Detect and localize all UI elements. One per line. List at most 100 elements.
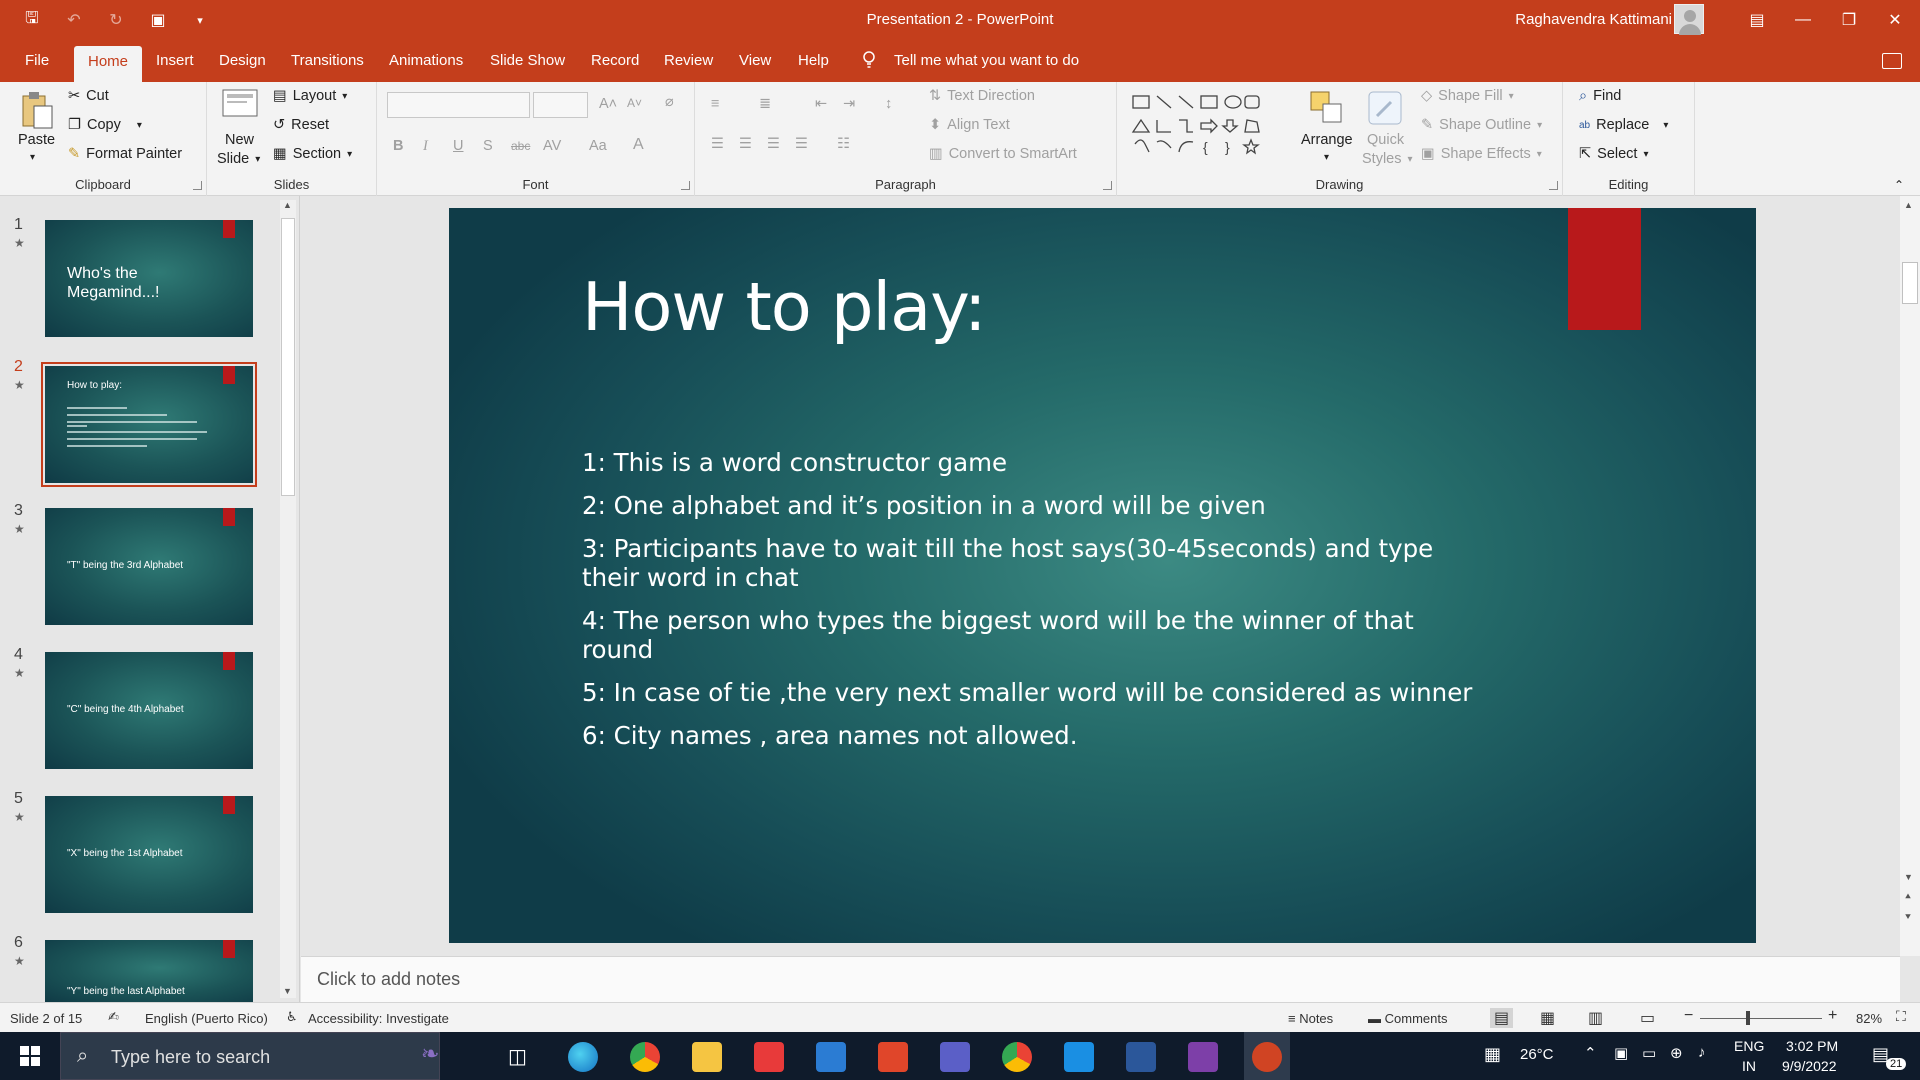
increase-indent-icon[interactable]: ⇥ <box>843 96 855 112</box>
align-center-icon[interactable]: ☰ <box>739 136 752 152</box>
decrease-indent-icon[interactable]: ⇤ <box>815 96 827 112</box>
tab-insert[interactable]: Insert <box>156 52 194 69</box>
scroll-up-icon[interactable]: ▲ <box>1904 200 1913 210</box>
numbering-icon[interactable]: ≣ <box>759 96 771 112</box>
shape-outline-button[interactable]: ✎ Shape Outline ▾ <box>1421 117 1542 133</box>
cut-button[interactable]: ✂ Cut <box>68 88 109 104</box>
justify-icon[interactable]: ☰ <box>795 136 808 152</box>
previous-slide-icon[interactable]: ⯅ <box>1904 892 1912 903</box>
convert-smartart-button[interactable]: ▥ Convert to SmartArt <box>929 146 1077 162</box>
task-view-icon[interactable]: ◫ <box>508 1044 527 1069</box>
collapse-ribbon-icon[interactable]: ⌃ <box>1894 178 1904 192</box>
battery-icon[interactable]: ▭ <box>1642 1044 1656 1062</box>
text-direction-button[interactable]: ⇅ Text Direction <box>929 88 1035 104</box>
clear-formatting-icon[interactable]: ⌀ <box>665 94 674 110</box>
comments-icon[interactable] <box>1882 53 1902 69</box>
slide-sorter-icon[interactable]: ▦ <box>1540 1008 1555 1028</box>
thumbnail-slide-3[interactable]: "T" being the 3rd Alphabet <box>45 508 253 625</box>
zoom-in-icon[interactable]: + <box>1828 1007 1837 1025</box>
input-language-2[interactable]: IN <box>1742 1058 1756 1074</box>
zoom-level[interactable]: 82% <box>1856 1011 1882 1026</box>
font-color-icon[interactable]: A <box>633 136 644 154</box>
shadow-icon[interactable]: S <box>483 138 493 154</box>
language[interactable]: English (Puerto Rico) <box>145 1011 268 1026</box>
underline-icon[interactable]: U <box>453 138 463 154</box>
align-text-button[interactable]: ⬍ Align Text <box>929 117 1010 133</box>
align-left-icon[interactable]: ☰ <box>711 136 724 152</box>
character-spacing-icon[interactable]: AV <box>543 138 561 154</box>
avatar[interactable] <box>1674 4 1704 35</box>
ribbon-display-options-icon[interactable]: ▤ <box>1734 0 1780 40</box>
quick-styles-label-1[interactable]: Quick <box>1367 132 1404 148</box>
tab-file[interactable]: File <box>25 52 49 69</box>
tab-transitions[interactable]: Transitions <box>291 52 364 69</box>
drawing-launcher-icon[interactable] <box>1549 181 1558 190</box>
temperature[interactable]: 26°C <box>1520 1046 1554 1063</box>
clock-time[interactable]: 3:02 PM <box>1786 1038 1838 1054</box>
scroll-down-icon[interactable]: ▼ <box>1904 872 1913 882</box>
volume-icon[interactable]: ♪ <box>1698 1044 1706 1061</box>
tab-record[interactable]: Record <box>591 52 639 69</box>
copy-button[interactable]: ❐ Copy ▾ <box>68 117 142 133</box>
paste-dropdown-icon[interactable]: ▾ <box>30 152 35 163</box>
tab-design[interactable]: Design <box>219 52 266 69</box>
select-button[interactable]: ⇱ Select ▾ <box>1579 146 1649 162</box>
thumbnail-slide-1[interactable]: Who's the Megamind...! <box>45 220 253 337</box>
strikethrough-icon[interactable]: abc <box>511 139 530 153</box>
restore-icon[interactable]: ❐ <box>1826 0 1872 40</box>
thumbnail-slide-6[interactable]: "Y" being the last Alphabet <box>45 940 253 1002</box>
scroll-up-icon[interactable]: ▲ <box>283 200 292 210</box>
new-slide-icon[interactable] <box>221 88 259 124</box>
quick-styles-button[interactable]: Styles ▾ <box>1362 151 1413 167</box>
replace-button[interactable]: ab Replace ▾ <box>1579 117 1668 133</box>
change-case-icon[interactable]: Aa <box>589 138 607 154</box>
normal-view-icon[interactable]: ▤ <box>1490 1008 1514 1028</box>
taskbar-search-box[interactable]: ⌕ Type here to search ❧ <box>60 1032 440 1080</box>
slide-scrollbar[interactable] <box>1900 196 1920 956</box>
paragraph-launcher-icon[interactable] <box>1103 181 1112 190</box>
arrange-button[interactable]: Arrange <box>1301 132 1353 148</box>
show-hidden-icons-icon[interactable]: ⌃ <box>1584 1044 1597 1062</box>
slide-count[interactable]: Slide 2 of 15 <box>10 1011 82 1026</box>
clock-date[interactable]: 9/9/2022 <box>1782 1058 1837 1074</box>
reset-button[interactable]: ↺ Reset <box>273 117 329 133</box>
mail-icon[interactable] <box>816 1042 846 1072</box>
shapes-gallery[interactable]: {} <box>1131 92 1261 156</box>
zoom-slider[interactable] <box>1700 1018 1822 1019</box>
file-explorer-icon[interactable] <box>692 1042 722 1072</box>
chrome-profile-icon[interactable] <box>1002 1042 1032 1072</box>
decrease-font-size-icon[interactable]: A˅ <box>627 96 642 110</box>
slide-content[interactable]: 1: This is a word constructor game 2: On… <box>582 448 1482 764</box>
tab-help[interactable]: Help <box>798 52 829 69</box>
align-right-icon[interactable]: ☰ <box>767 136 780 152</box>
close-icon[interactable]: ✕ <box>1872 0 1918 40</box>
input-language-1[interactable]: ENG <box>1734 1038 1764 1054</box>
slide-title[interactable]: How to play: <box>582 268 987 346</box>
onenote-icon[interactable] <box>1188 1042 1218 1072</box>
new-slide-button[interactable]: Slide ▾ <box>217 151 260 167</box>
arrange-dropdown-icon[interactable]: ▾ <box>1324 152 1329 163</box>
gift-app-icon[interactable] <box>754 1042 784 1072</box>
font-size-box[interactable] <box>533 92 588 118</box>
meet-now-icon[interactable]: ▣ <box>1614 1044 1628 1062</box>
format-painter-button[interactable]: ✎ Format Painter <box>68 146 182 162</box>
office-icon[interactable] <box>878 1042 908 1072</box>
find-button[interactable]: ⌕ Find <box>1579 88 1621 104</box>
tab-review[interactable]: Review <box>664 52 713 69</box>
bold-icon[interactable]: B <box>393 138 403 154</box>
zoom-slider-handle[interactable] <box>1746 1011 1750 1025</box>
bullets-icon[interactable]: ≡ <box>711 96 719 112</box>
comments-toggle[interactable]: ▬ Comments <box>1368 1011 1447 1026</box>
thumbnails-scrollbar-thumb[interactable] <box>281 218 295 496</box>
powerpoint-icon[interactable] <box>1252 1042 1282 1072</box>
quick-styles-icon[interactable] <box>1367 90 1403 126</box>
clipboard-launcher-icon[interactable] <box>193 181 202 190</box>
increase-font-size-icon[interactable]: A˄ <box>599 96 617 112</box>
chrome-icon[interactable] <box>630 1042 660 1072</box>
arrange-icon[interactable] <box>1309 90 1345 126</box>
slide-show-icon[interactable]: ▭ <box>1640 1008 1655 1028</box>
teams-icon[interactable] <box>940 1042 970 1072</box>
shape-effects-button[interactable]: ▣ Shape Effects ▾ <box>1421 146 1542 162</box>
edge-icon[interactable] <box>568 1042 598 1072</box>
next-slide-icon[interactable]: ⯆ <box>1904 912 1912 923</box>
